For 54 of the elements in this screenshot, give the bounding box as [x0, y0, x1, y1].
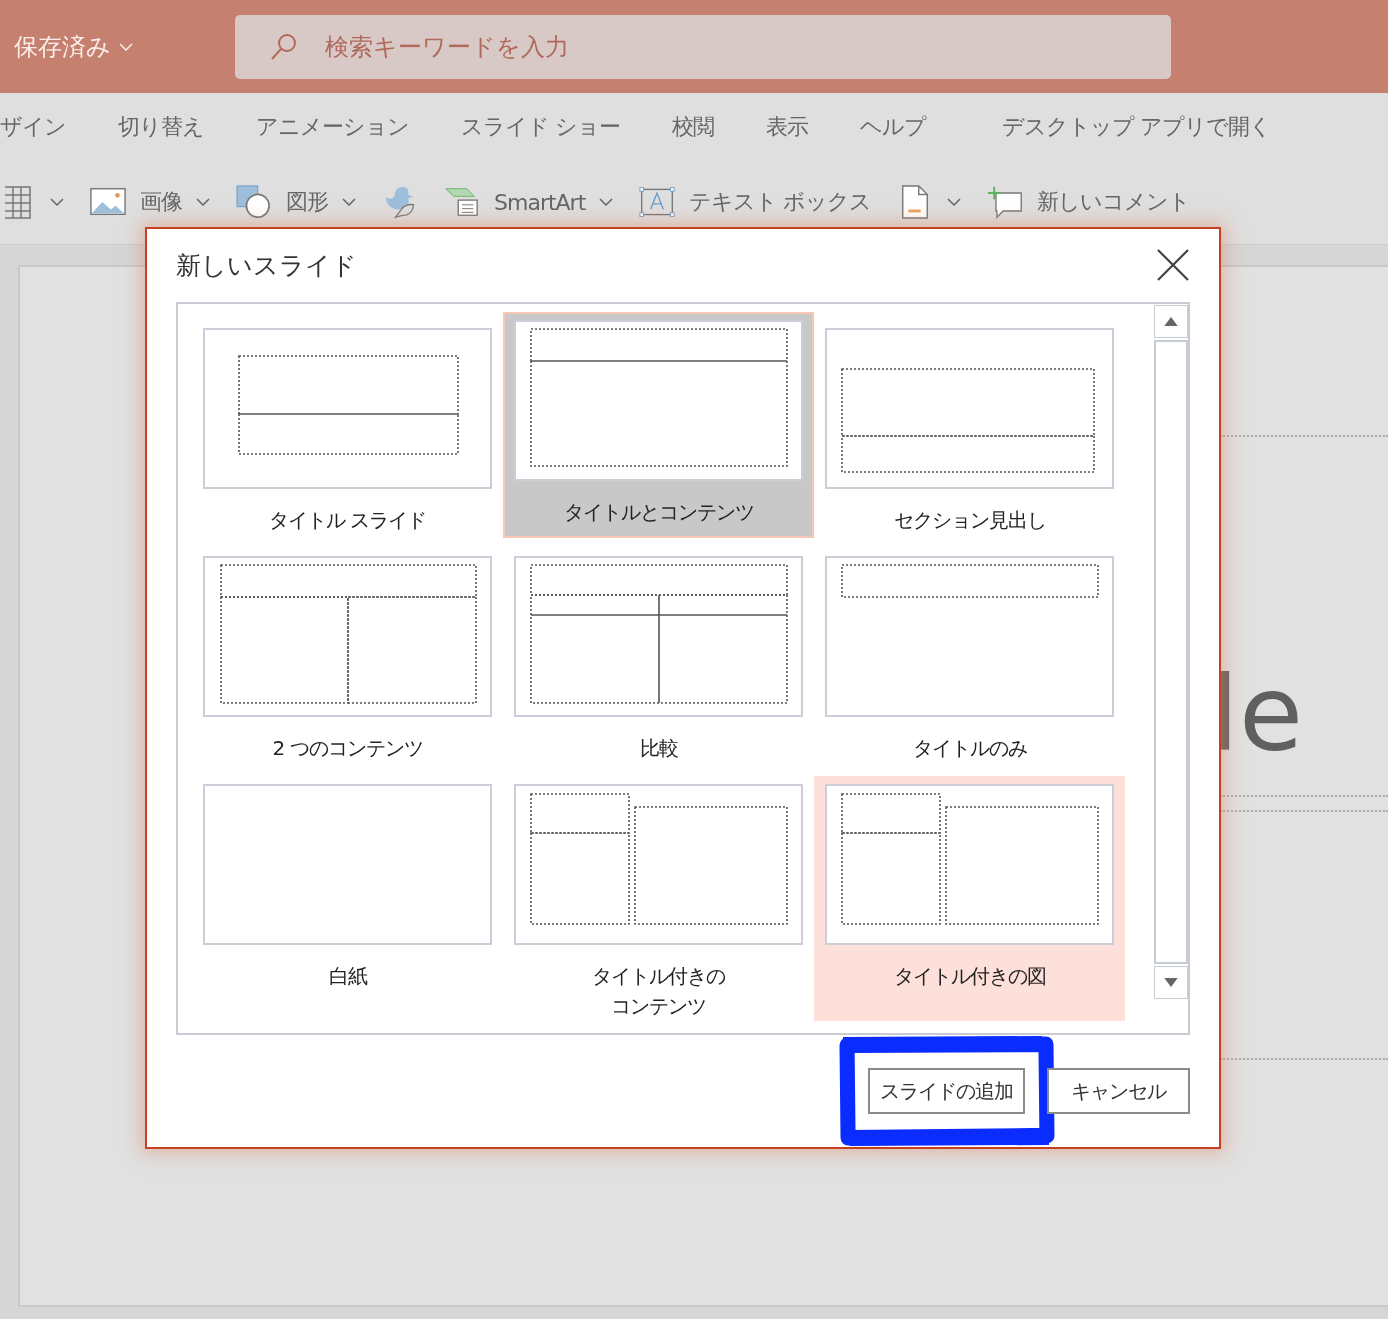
- chevron-down-icon: [50, 198, 64, 206]
- toolbar-button[interactable]: SmartArt: [444, 185, 614, 219]
- layout-option[interactable]: 比較: [503, 548, 814, 776]
- toolbar-button[interactable]: 図形: [236, 185, 356, 219]
- layout-label: 比較: [639, 735, 678, 762]
- layout-option[interactable]: セクション見出し: [814, 320, 1125, 548]
- ribbon-tab[interactable]: ザイン: [0, 111, 66, 142]
- layout-option[interactable]: 白紙: [192, 776, 503, 1021]
- save-status[interactable]: 保存済み: [14, 30, 133, 63]
- ribbon-tab[interactable]: ヘルプ: [860, 111, 926, 142]
- add-comment-icon: [987, 185, 1024, 219]
- ribbon-tab[interactable]: 切り替え: [118, 111, 204, 142]
- layout-option[interactable]: タイトル付きのコンテンツ: [503, 776, 814, 1021]
- layout-option[interactable]: 2 つのコンテンツ: [192, 548, 503, 776]
- ribbon-tab[interactable]: 校閲: [672, 111, 714, 142]
- smartart-icon: [444, 185, 480, 219]
- down-arrow-icon: [1164, 978, 1178, 987]
- scroll-up-button[interactable]: [1154, 305, 1188, 338]
- layout-option[interactable]: タイトル付きの図: [814, 776, 1125, 1021]
- chevron-down-icon: [196, 198, 210, 206]
- dialog-title: 新しいスライド: [176, 250, 357, 282]
- layout-option[interactable]: タイトルとコンテンツ: [503, 312, 814, 538]
- open-desktop-app-link[interactable]: デスクトップ アプリで開く: [1002, 111, 1271, 142]
- close-icon: [1157, 248, 1189, 281]
- search-field[interactable]: 検索キーワードを入力: [235, 14, 1171, 79]
- up-arrow-icon: [1164, 317, 1178, 326]
- layout-option[interactable]: タイトルのみ: [814, 548, 1125, 776]
- layout-label: タイトル付きの図: [893, 963, 1046, 990]
- toolbar-button[interactable]: 新しいコメント: [987, 185, 1191, 219]
- chevron-down-icon: [947, 198, 962, 206]
- close-button[interactable]: [1156, 248, 1190, 283]
- search-icon: [269, 31, 299, 62]
- layout-label: セクション見出し: [893, 507, 1046, 534]
- ribbon-tab[interactable]: スライド ショー: [461, 111, 620, 142]
- cancel-button[interactable]: キャンセル: [1047, 1068, 1190, 1114]
- ribbon-tab[interactable]: アニメーション: [256, 111, 409, 142]
- layout-label: タイトルのみ: [912, 735, 1027, 762]
- chevron-down-icon: [342, 198, 356, 206]
- ribbon-tab[interactable]: 表示: [766, 111, 808, 142]
- text-box-icon: [639, 185, 676, 219]
- chevron-down-icon: [119, 42, 133, 51]
- chevron-down-icon: [599, 198, 614, 206]
- add-slide-button[interactable]: スライドの追加: [868, 1068, 1025, 1114]
- layout-label: 白紙: [328, 963, 367, 990]
- layout-option[interactable]: タイトル スライド: [192, 320, 503, 548]
- layout-label: タイトルとコンテンツ: [563, 499, 754, 526]
- shapes-icon: [236, 185, 272, 219]
- layout-label: タイトル付きのコンテンツ: [591, 963, 726, 1020]
- scrollbar-thumb[interactable]: [1154, 340, 1188, 964]
- layout-label: 2 つのコンテンツ: [272, 735, 423, 762]
- scroll-down-button[interactable]: [1154, 966, 1188, 999]
- layout-label: タイトル スライド: [268, 507, 427, 534]
- toolbar-button[interactable]: テキスト ボックス: [639, 185, 872, 219]
- toolbar-button[interactable]: 画像: [90, 185, 210, 219]
